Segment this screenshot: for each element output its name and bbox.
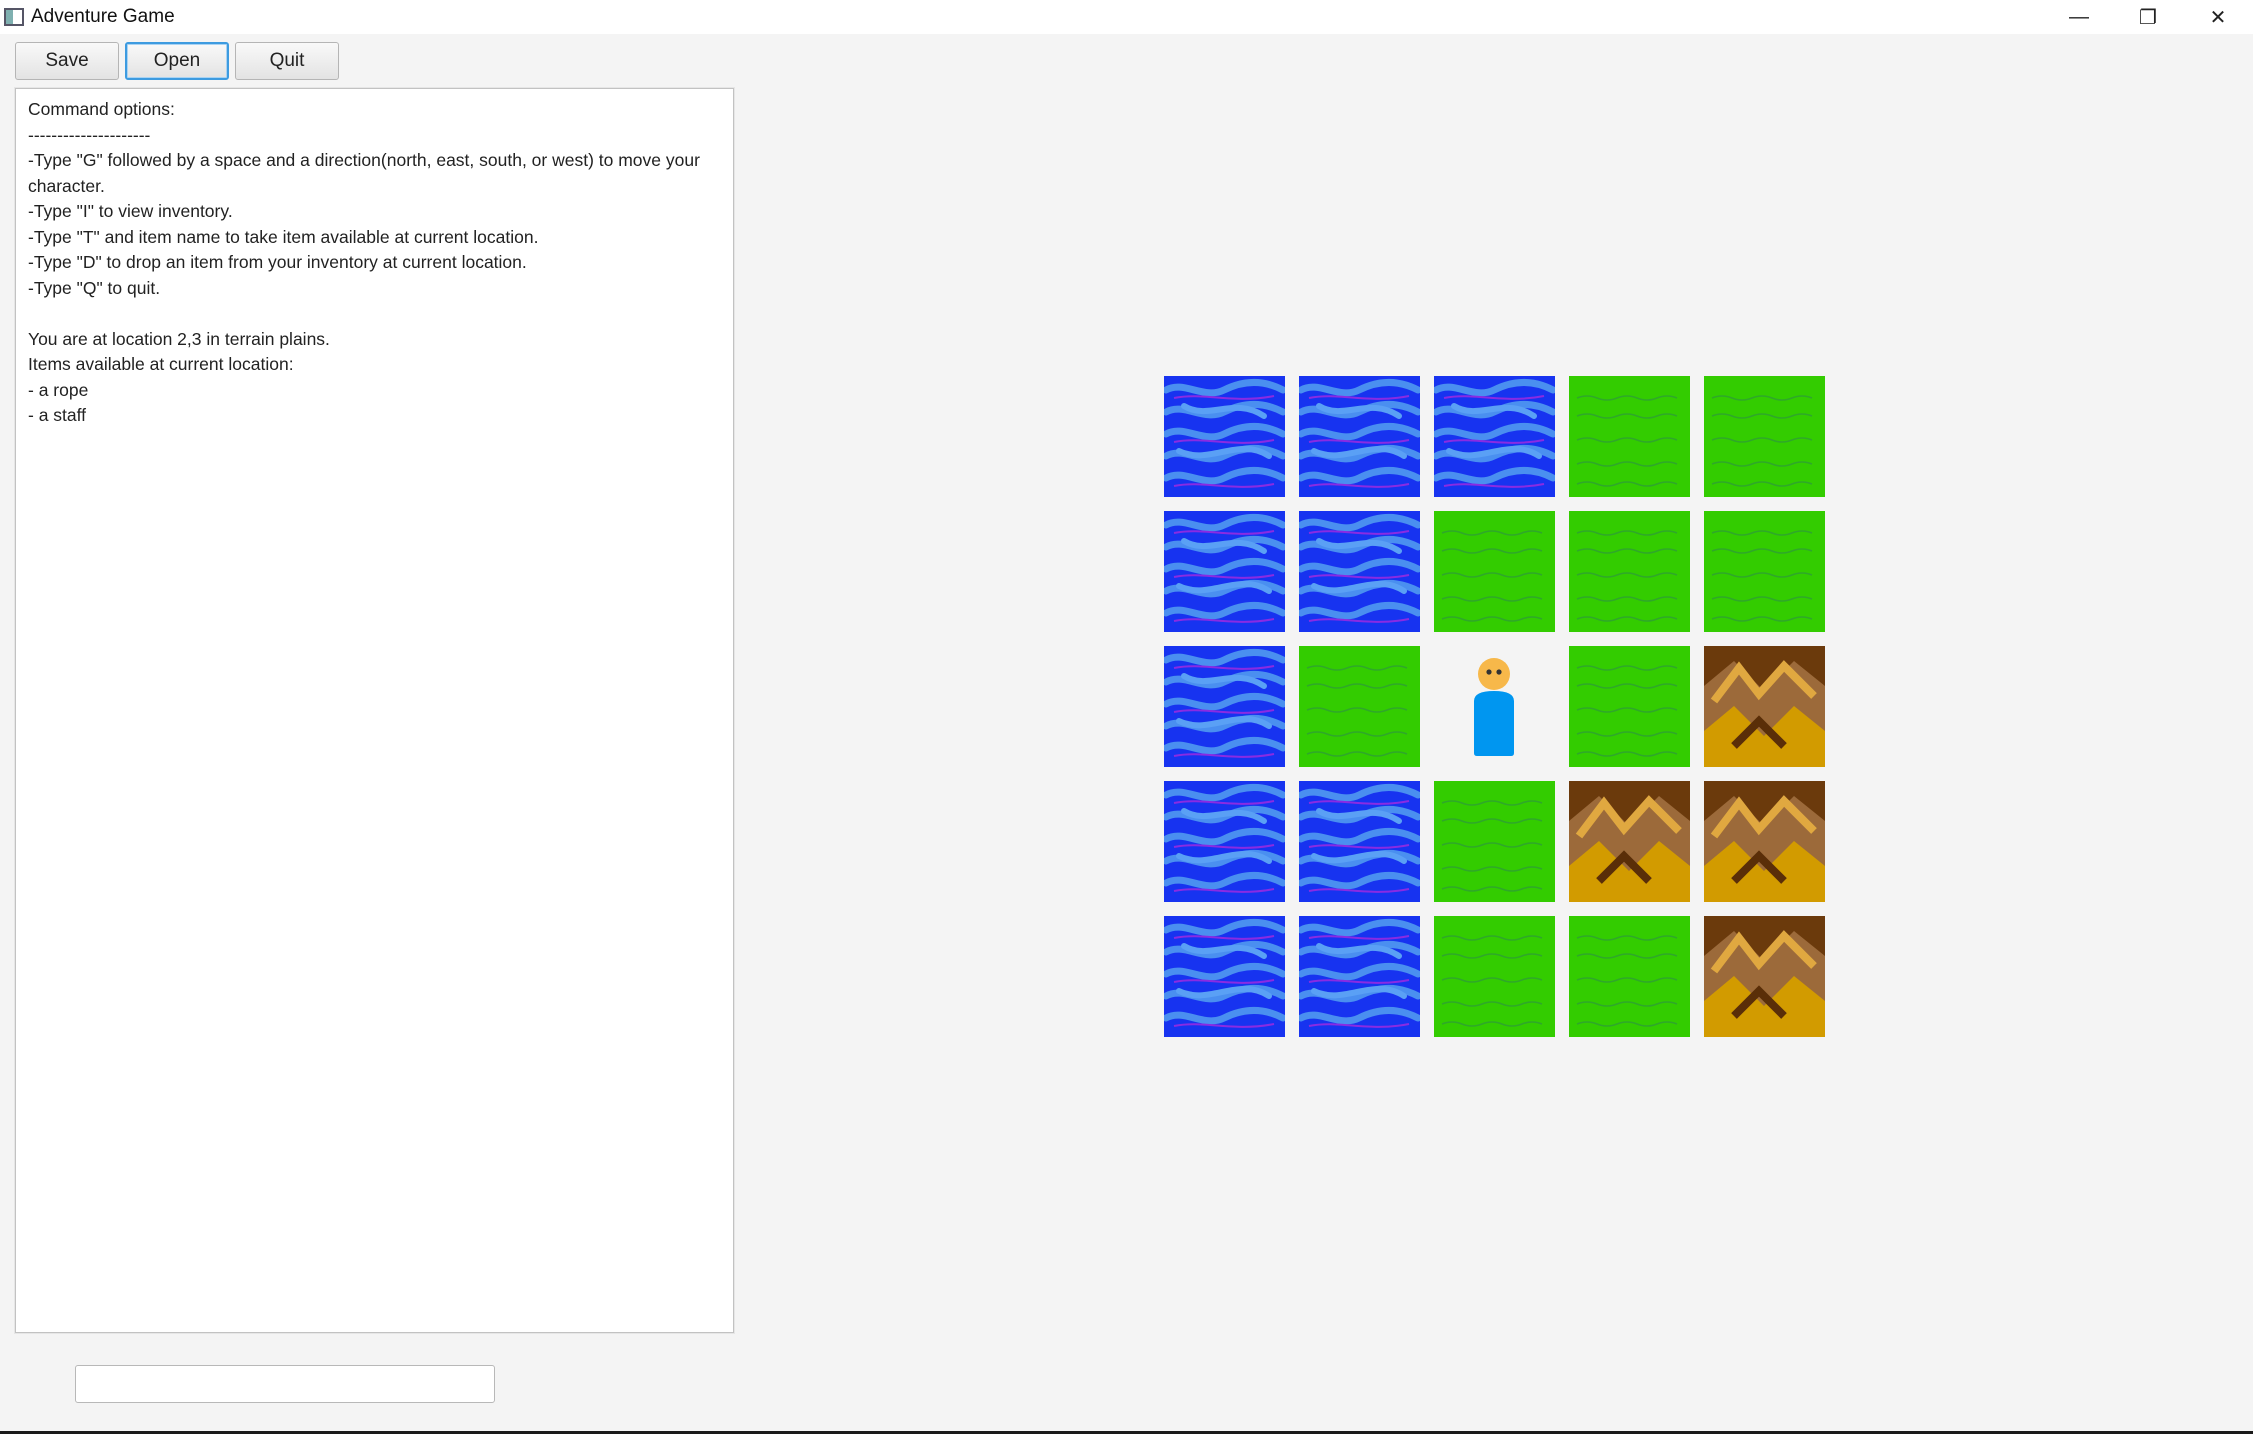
player-character-tile xyxy=(1434,646,1555,767)
app-icon xyxy=(4,8,24,26)
close-button[interactable]: ✕ xyxy=(2184,0,2252,34)
map-tile-plains xyxy=(1704,511,1825,632)
map-tile-water xyxy=(1164,781,1285,902)
map-tile-plains xyxy=(1434,511,1555,632)
console-output[interactable]: Command options: --------------------- -Ty… xyxy=(15,88,734,1333)
console-line: Items available at current location: xyxy=(28,354,294,374)
console-line: -Type "G" followed by a space and a dire… xyxy=(28,150,705,196)
map-tile-water xyxy=(1164,511,1285,632)
map-tile-mountains xyxy=(1704,916,1825,1037)
map-tile-mountains xyxy=(1569,781,1690,902)
window-title: Adventure Game xyxy=(31,6,175,27)
console-line: Command options: xyxy=(28,99,175,119)
map-tile-water xyxy=(1164,916,1285,1037)
map-tile-plains xyxy=(1704,376,1825,497)
save-button[interactable]: Save xyxy=(15,42,119,80)
map-tile-water xyxy=(1299,376,1420,497)
console-line: - a rope xyxy=(28,379,89,400)
map-tile-water xyxy=(1299,511,1420,632)
map-tile-plains xyxy=(1434,781,1555,902)
map-tile-plains xyxy=(1434,916,1555,1037)
map-tile-plains xyxy=(1569,511,1690,632)
map-tile-water xyxy=(1299,781,1420,902)
map-tile-water xyxy=(1299,916,1420,1037)
minimize-button[interactable]: — xyxy=(2045,0,2113,34)
open-button[interactable]: Open xyxy=(125,42,229,80)
command-input[interactable] xyxy=(75,1365,495,1403)
console-line: --------------------- xyxy=(28,124,151,145)
map-tile-mountains xyxy=(1704,781,1825,902)
map-tile-water xyxy=(1164,646,1285,767)
restore-button[interactable]: ❐ xyxy=(2114,0,2182,34)
console-line: You are at location 2,3 in terrain plain… xyxy=(28,328,330,349)
quit-button[interactable]: Quit xyxy=(235,42,339,80)
map-tile-plains xyxy=(1569,646,1690,767)
player-character-icon xyxy=(1434,646,1555,767)
map-tile-plains xyxy=(1569,376,1690,497)
console-line: -Type "Q" to quit. xyxy=(28,277,161,298)
console-line: -Type "I" to view inventory. xyxy=(28,201,233,221)
map-tile-plains xyxy=(1299,646,1420,767)
map-tile-water xyxy=(1434,376,1555,497)
map-tile-water xyxy=(1164,376,1285,497)
map-tile-plains xyxy=(1569,916,1690,1037)
game-map xyxy=(1164,376,1825,1037)
console-line: -Type "T" and item name to take item ava… xyxy=(28,226,539,247)
console-line: - a staff xyxy=(28,405,87,425)
title-bar: Adventure Game — ❐ ✕ xyxy=(0,0,2253,34)
map-tile-mountains xyxy=(1704,646,1825,767)
console-line: -Type "D" to drop an item from your inve… xyxy=(28,252,527,272)
